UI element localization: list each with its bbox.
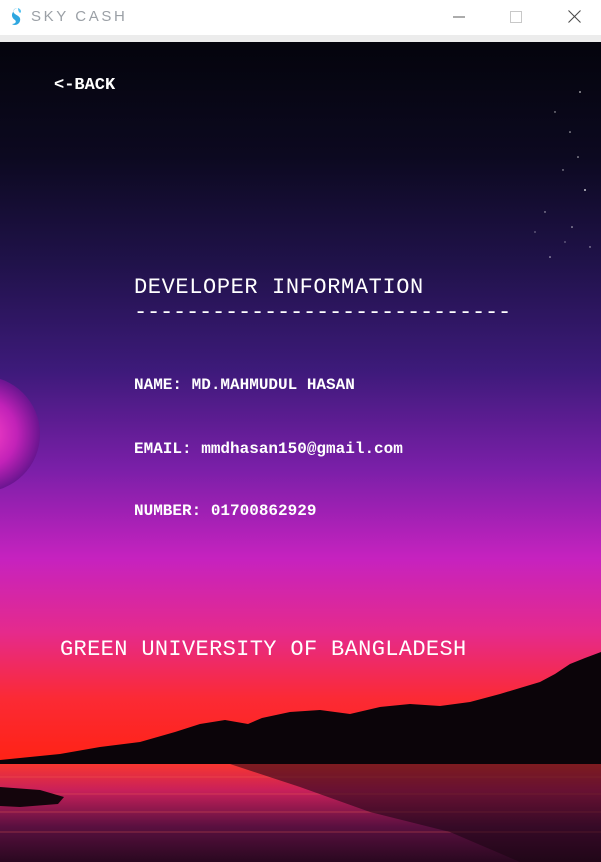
minimize-icon <box>453 16 465 17</box>
maximize-icon <box>510 10 522 23</box>
developer-info-heading: DEVELOPER INFORMATION <box>134 275 424 300</box>
close-button[interactable] <box>551 0 597 33</box>
title-separator <box>0 35 601 42</box>
content-area: <-BACK DEVELOPER INFORMATION -----------… <box>0 42 601 862</box>
developer-email: EMAIL: mmdhasan150@gmail.com <box>134 440 403 458</box>
university-name: GREEN UNIVERSITY OF BANGLADESH <box>60 637 467 662</box>
app-logo-icon <box>11 8 22 25</box>
app-title: SKY CASH <box>31 8 128 25</box>
back-button[interactable]: <-BACK <box>54 76 115 95</box>
developer-name: NAME: MD.MAHMUDUL HASAN <box>134 376 355 394</box>
heading-divider: ----------------------------- <box>134 300 512 325</box>
title-bar: SKY CASH <box>0 0 601 35</box>
maximize-button[interactable] <box>493 0 539 33</box>
close-icon <box>567 10 581 23</box>
minimize-button[interactable] <box>436 0 482 33</box>
developer-number: NUMBER: 01700862929 <box>134 502 317 520</box>
